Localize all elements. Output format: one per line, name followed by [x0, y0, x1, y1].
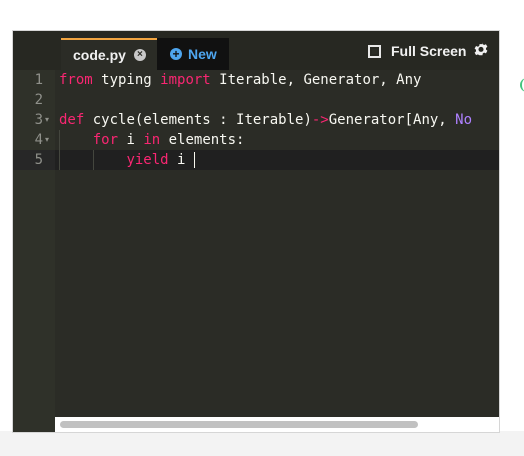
- code-token: cycle(elements : Iterable): [84, 112, 312, 128]
- tab-code-py[interactable]: code.py ×: [61, 38, 157, 70]
- new-tab-button[interactable]: + New: [157, 38, 229, 70]
- line-number-3: 3: [34, 112, 43, 128]
- code-token: typing: [92, 72, 161, 88]
- code-token: i: [118, 132, 144, 148]
- code-token: Iterable, Generator, Any: [210, 72, 422, 88]
- fold-toggle-icon[interactable]: ▾: [45, 130, 49, 150]
- page-bottom-strip: [0, 431, 524, 456]
- editor-tab-bar: code.py × + New Full Screen: [13, 31, 499, 70]
- close-icon[interactable]: ×: [133, 49, 146, 61]
- new-tab-label: New: [188, 46, 217, 62]
- text-cursor: [194, 152, 195, 168]
- code-line-5[interactable]: yield i: [59, 150, 185, 170]
- code-token: elements:: [160, 132, 245, 148]
- code-editor[interactable]: code.py × + New Full Screen 1 2 3 ▾ 4 ▾ …: [13, 31, 499, 432]
- scrollbar-thumb[interactable]: [60, 421, 418, 428]
- fullscreen-button[interactable]: Full Screen: [368, 43, 466, 59]
- fullscreen-icon: [368, 44, 381, 58]
- line-number-1: 1: [34, 72, 43, 88]
- plus-circle-icon: +: [170, 48, 182, 60]
- keyword-token: def: [59, 112, 85, 128]
- horizontal-scrollbar[interactable]: [55, 417, 499, 432]
- gear-icon[interactable]: [472, 41, 490, 59]
- line-number-5: 5: [34, 152, 43, 168]
- line-number-4: 4: [34, 132, 43, 148]
- code-line-1[interactable]: from typing import Iterable, Generator, …: [59, 70, 421, 90]
- tab-label: code.py: [73, 47, 126, 63]
- operator-token: ->: [311, 112, 329, 128]
- constant-token: No: [455, 112, 473, 128]
- keyword-token: in: [143, 132, 161, 148]
- code-line-4[interactable]: for i in elements:: [59, 130, 245, 150]
- code-line-3[interactable]: def cycle(elements : Iterable)->Generato…: [59, 110, 472, 130]
- keyword-token: from: [59, 72, 93, 88]
- keyword-token: yield: [126, 152, 169, 168]
- keyword-token: for: [92, 132, 119, 148]
- keyword-token: import: [160, 72, 211, 88]
- code-token: Generator[Any,: [328, 112, 456, 128]
- fold-toggle-icon[interactable]: ▾: [45, 110, 49, 130]
- fullscreen-label: Full Screen: [391, 43, 467, 59]
- code-token: i: [168, 152, 186, 168]
- line-number-2: 2: [34, 92, 43, 108]
